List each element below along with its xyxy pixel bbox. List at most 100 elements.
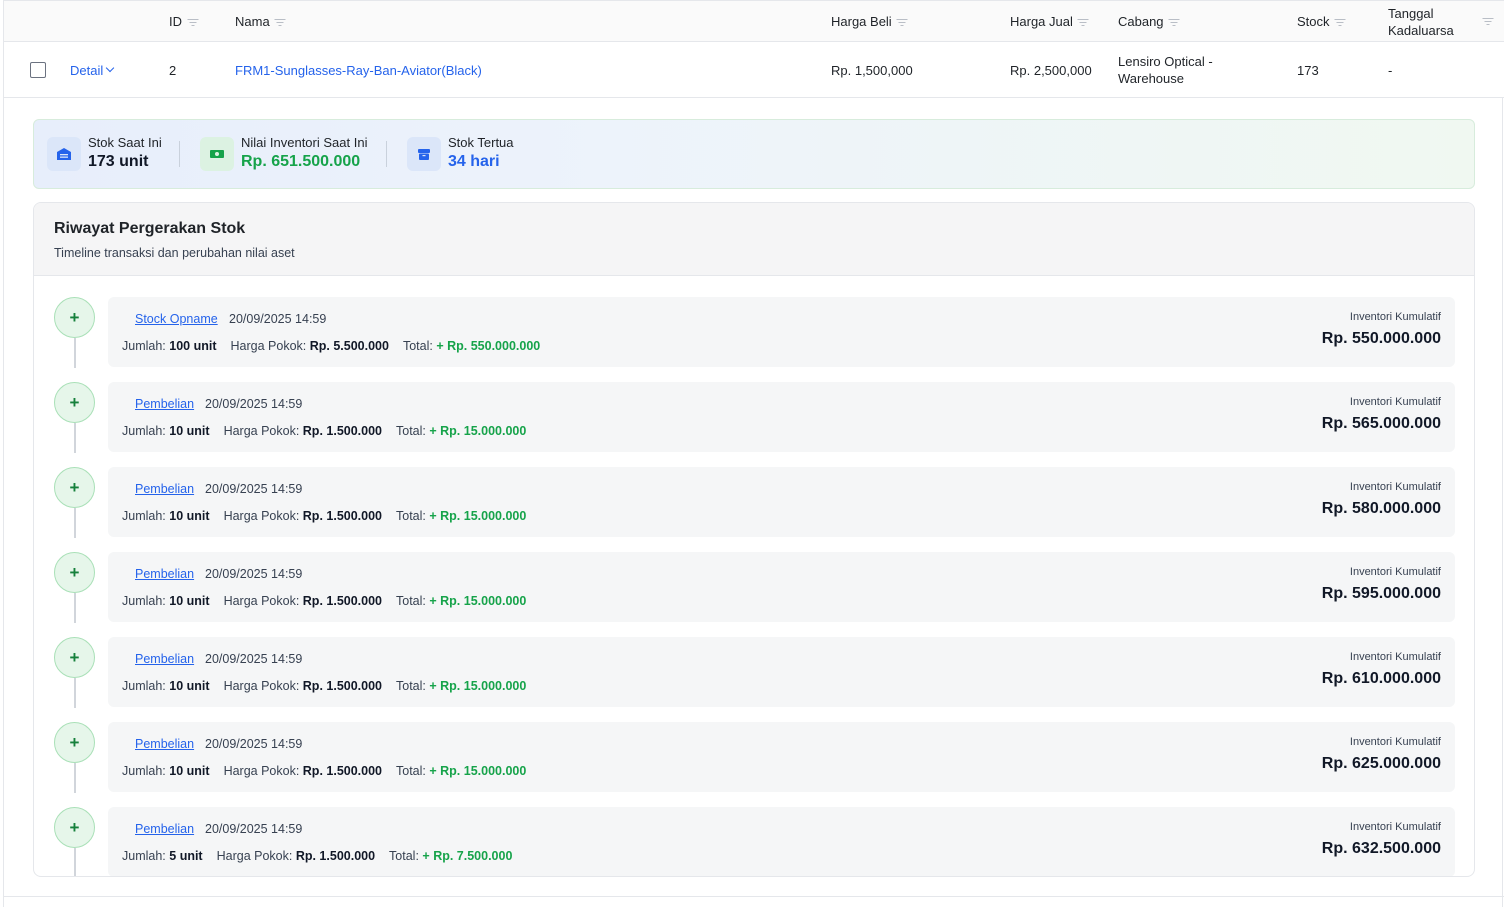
column-header-id[interactable]: ID <box>169 1 198 43</box>
column-header-nama[interactable]: Nama <box>235 1 286 43</box>
filter-icon[interactable] <box>1077 18 1089 27</box>
transaction-type-link[interactable]: Pembelian <box>135 737 194 751</box>
total-value: + Rp. 15.000.000 <box>429 509 527 523</box>
harga-pokok-value: Rp. 1.500.000 <box>302 424 382 438</box>
harga-pokok-label: Harga Pokok: <box>223 424 300 438</box>
timeline-item: + Pembelian 20/09/2025 14:59 Jumlah: 10 uni… <box>34 702 1474 793</box>
history-subtitle: Timeline transaksi dan perubahan nilai a… <box>54 246 295 260</box>
total-label: Total: <box>396 509 426 523</box>
jumlah-value: 10 unit <box>169 424 210 438</box>
transaction-date: 20/09/2025 14:59 <box>229 312 327 326</box>
transaction-date: 20/09/2025 14:59 <box>205 737 303 751</box>
filter-icon[interactable] <box>187 18 198 27</box>
column-label: Harga Beli <box>831 14 892 29</box>
column-label: Cabang <box>1118 14 1164 29</box>
filter-icon[interactable] <box>1334 18 1346 27</box>
summary-value: Rp. 651.500.000 <box>241 153 361 170</box>
harga-pokok-label: Harga Pokok: <box>223 764 300 778</box>
transaction-details: Jumlah: 10 unit Harga Pokok: Rp. 1.500.00… <box>122 679 526 693</box>
column-header-harga-beli[interactable]: Harga Beli <box>831 1 908 43</box>
cabang-text: Lensiro Optical - Warehouse <box>1118 54 1213 86</box>
transaction-details: Jumlah: 10 unit Harga Pokok: Rp. 1.500.00… <box>122 594 526 608</box>
summary-nilai-inventori: Nilai Inventori Saat Ini Rp. 651.500.000 <box>200 120 367 188</box>
total-label: Total: <box>396 679 426 693</box>
transaction-type-link[interactable]: Pembelian <box>135 652 194 666</box>
divider <box>4 896 1504 897</box>
divider <box>179 141 180 167</box>
harga-pokok-label: Harga Pokok: <box>223 509 300 523</box>
jumlah-label: Jumlah: <box>122 764 166 778</box>
filter-icon[interactable] <box>896 18 908 27</box>
cumulative-label: Inventori Kumulatif <box>1349 651 1441 663</box>
timeline-entry: Pembelian 20/09/2025 14:59 Jumlah: 10 unit… <box>108 637 1455 707</box>
column-label: Stock <box>1297 14 1330 29</box>
transaction-type-link[interactable]: Pembelian <box>135 397 194 411</box>
cell-harga-jual: Rp. 2,500,000 <box>1010 62 1092 78</box>
transaction-type-link[interactable]: Stock Opname <box>135 312 218 326</box>
cumulative-label: Inventori Kumulatif <box>1349 481 1441 493</box>
harga-pokok-label: Harga Pokok: <box>230 339 307 353</box>
history-title: Riwayat Pergerakan Stok <box>54 220 246 237</box>
timeline-item: + Pembelian 20/09/2025 14:59 Jumlah: 10 uni… <box>34 617 1474 708</box>
harga-pokok-value: Rp. 1.500.000 <box>302 509 382 523</box>
money-icon <box>200 137 234 171</box>
cumulative-value: Rp. 565.000.000 <box>1321 415 1441 432</box>
timeline-item: + Pembelian 20/09/2025 14:59 Jumlah: 10 uni… <box>34 532 1474 623</box>
timeline-item: + Pembelian 20/09/2025 14:59 Jumlah: 10 uni… <box>34 362 1474 453</box>
cell-stock: 173 <box>1297 62 1319 78</box>
harga-pokok-label: Harga Pokok: <box>223 679 300 693</box>
filter-icon[interactable] <box>1482 17 1493 26</box>
transaction-type-link[interactable]: Pembelian <box>135 567 194 581</box>
column-header-harga-jual[interactable]: Harga Jual <box>1010 1 1089 43</box>
cumulative-value: Rp. 632.500.000 <box>1321 840 1441 857</box>
product-name-link[interactable]: FRM1-Sunglasses-Ray-Ban-Aviator(Black) <box>235 42 482 98</box>
plus-icon: + <box>54 382 95 423</box>
filter-icon[interactable] <box>1168 18 1180 27</box>
cumulative-value: Rp. 625.000.000 <box>1321 755 1441 772</box>
timeline-connector <box>74 848 76 876</box>
cumulative-value: Rp. 595.000.000 <box>1321 585 1441 602</box>
row-checkbox[interactable] <box>30 62 46 78</box>
timeline-entry: Stock Opname 20/09/2025 14:59 Jumlah: 100 … <box>108 297 1455 367</box>
table-row: Detail 2 FRM1-Sunglasses-Ray-Ban-Aviator… <box>4 42 1504 98</box>
transaction-type-link[interactable]: Pembelian <box>135 482 194 496</box>
chevron-down-icon <box>106 63 115 73</box>
jumlah-label: Jumlah: <box>122 339 166 353</box>
harga-pokok-value: Rp. 1.500.000 <box>302 679 382 693</box>
filter-icon[interactable] <box>274 18 286 27</box>
summary-label: Nilai Inventori Saat Ini <box>241 135 368 150</box>
transaction-details: Jumlah: 10 unit Harga Pokok: Rp. 1.500.00… <box>122 424 526 438</box>
transaction-date: 20/09/2025 14:59 <box>205 567 303 581</box>
transaction-type-link[interactable]: Pembelian <box>135 822 194 836</box>
plus-icon: + <box>54 807 95 848</box>
jumlah-label: Jumlah: <box>122 509 166 523</box>
table-header: ID Nama Harga Beli Harga Jual Cabang Sto… <box>4 0 1504 42</box>
plus-icon: + <box>54 297 95 338</box>
jumlah-label: Jumlah: <box>122 679 166 693</box>
plus-icon: + <box>54 722 95 763</box>
harga-pokok-label: Harga Pokok: <box>216 849 293 863</box>
column-label: Nama <box>235 14 270 29</box>
jumlah-value: 10 unit <box>169 509 210 523</box>
transaction-details: Jumlah: 100 unit Harga Pokok: Rp. 5.500.0… <box>122 339 540 353</box>
cumulative-value: Rp. 550.000.000 <box>1321 330 1441 347</box>
column-header-cabang[interactable]: Cabang <box>1118 1 1180 43</box>
total-value: + Rp. 15.000.000 <box>429 764 527 778</box>
transaction-details: Jumlah: 10 unit Harga Pokok: Rp. 1.500.00… <box>122 764 526 778</box>
column-header-tanggal-kadaluarsa[interactable]: Tanggal Kadaluarsa <box>1388 5 1454 39</box>
summary-stok-tertua: Stok Tertua 34 hari <box>407 120 514 188</box>
inventory-panel: ID Nama Harga Beli Harga Jual Cabang Sto… <box>3 0 1504 907</box>
timeline-item: + Pembelian 20/09/2025 14:59 Jumlah: 5 unit… <box>34 787 1474 876</box>
cumulative-label: Inventori Kumulatif <box>1349 396 1441 408</box>
total-label: Total: <box>402 339 433 353</box>
cumulative-label: Inventori Kumulatif <box>1349 311 1441 323</box>
history-header: Riwayat Pergerakan Stok Timeline transak… <box>34 203 1474 276</box>
jumlah-label: Jumlah: <box>122 849 166 863</box>
total-value: + Rp. 7.500.000 <box>422 849 513 863</box>
summary-value: 173 unit <box>88 153 149 170</box>
column-header-stock[interactable]: Stock <box>1297 1 1346 43</box>
timeline-entry: Pembelian 20/09/2025 14:59 Jumlah: 10 unit… <box>108 382 1455 452</box>
detail-toggle[interactable]: Detail <box>70 42 115 98</box>
total-label: Total: <box>389 849 419 863</box>
summary-value: 34 hari <box>448 153 500 170</box>
